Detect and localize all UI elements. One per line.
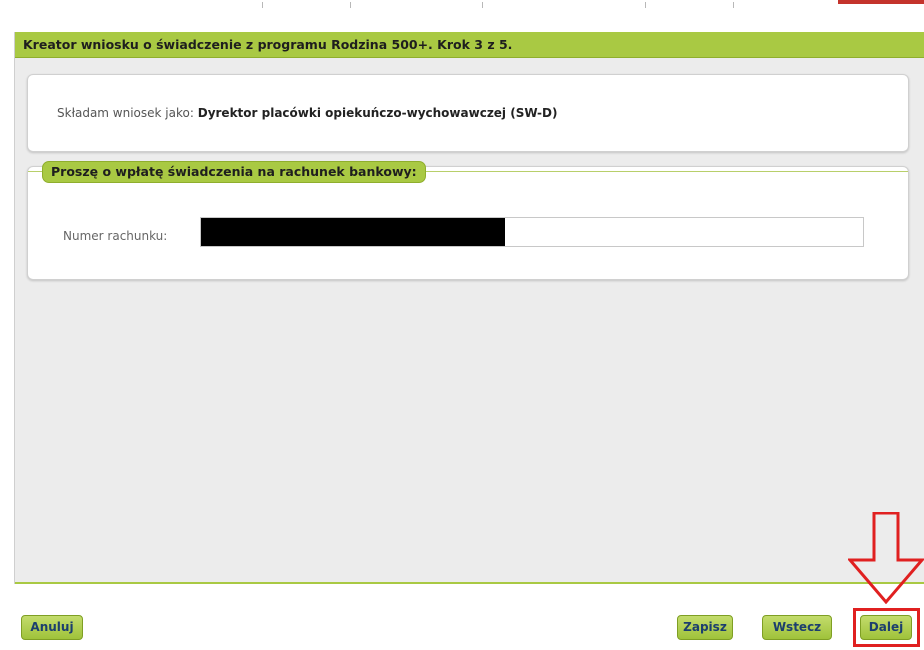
tab-divider [262,2,263,8]
account-number-input[interactable] [200,217,864,247]
fieldset-legend: Proszę o wpłatę świadczenia na rachunek … [42,161,426,183]
applicant-value: Dyrektor placówki opiekuńczo-wychowawcze… [197,106,558,120]
wizard-title: Kreator wniosku o świadczenie z programu… [23,37,513,52]
back-button[interactable]: Wstecz [762,615,832,640]
arrow-down-icon [848,512,924,604]
wizard-header: Kreator wniosku o świadczenie z programu… [15,32,924,58]
tab-divider [645,2,646,8]
applicant-row: Składam wniosek jako: Dyrektor placówki … [57,106,557,120]
top-tab-strip [0,0,924,10]
cancel-button[interactable]: Anuluj [21,615,83,640]
page: Kreator wniosku o świadczenie z programu… [0,0,924,650]
top-red-tab [838,0,924,4]
wizard-panel: Kreator wniosku o świadczenie z programu… [14,32,924,584]
tab-divider [350,2,351,8]
applicant-label: Składam wniosek jako: [57,106,194,120]
tab-divider [482,2,483,8]
next-button-highlight [853,608,920,647]
account-number-redaction [201,218,505,246]
account-number-label: Numer rachunku: [63,229,168,243]
bank-account-fieldset: Proszę o wpłatę świadczenia na rachunek … [27,161,909,280]
applicant-card: Składam wniosek jako: Dyrektor placówki … [27,74,909,152]
save-button[interactable]: Zapisz [677,615,733,640]
tab-divider [733,2,734,8]
wizard-footer-divider [15,582,924,584]
